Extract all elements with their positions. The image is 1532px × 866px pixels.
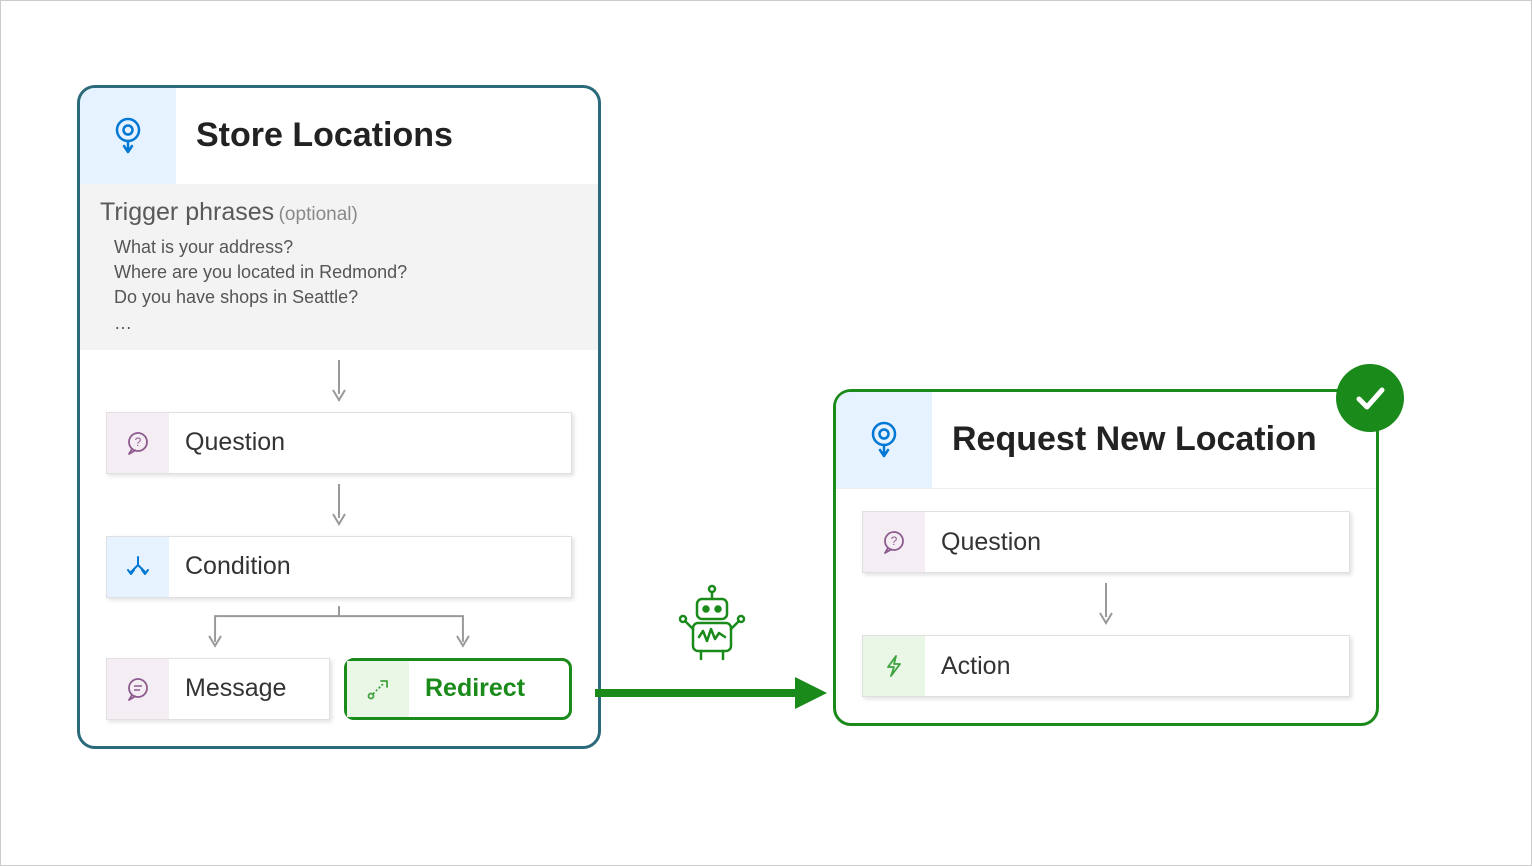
arrow-down-icon bbox=[106, 474, 572, 536]
arrow-down-icon bbox=[862, 573, 1350, 635]
branch-connector bbox=[106, 598, 572, 658]
checkmark-icon bbox=[1336, 364, 1404, 432]
branch-row: Message Redirect bbox=[106, 658, 572, 720]
node-label: Redirect bbox=[409, 661, 569, 717]
card-header: Request New Location bbox=[836, 392, 1376, 489]
node-action[interactable]: Action bbox=[862, 635, 1350, 697]
redirect-arrow-icon bbox=[595, 673, 835, 713]
node-label: Question bbox=[925, 512, 1349, 572]
topic-card-request-new-location: Request New Location ? Question bbox=[833, 389, 1379, 726]
card-header: Store Locations bbox=[80, 88, 598, 184]
flow-area: ? Question Action bbox=[836, 489, 1376, 723]
svg-text:?: ? bbox=[135, 435, 142, 449]
topic-icon bbox=[80, 88, 176, 184]
trigger-phrase-list: What is your address? Where are you loca… bbox=[100, 227, 578, 336]
topic-icon bbox=[836, 392, 932, 488]
node-label: Message bbox=[169, 659, 329, 719]
bot-icon bbox=[675, 583, 749, 668]
trigger-phrase: Do you have shops in Seattle? bbox=[114, 285, 564, 310]
node-condition[interactable]: Condition bbox=[106, 536, 572, 598]
trigger-phrase: Where are you located in Redmond? bbox=[114, 260, 564, 285]
diagram-canvas: Store Locations Trigger phrases (optiona… bbox=[1, 1, 1531, 865]
question-bubble-icon: ? bbox=[107, 413, 169, 473]
route-icon bbox=[347, 661, 409, 717]
topic-card-store-locations: Store Locations Trigger phrases (optiona… bbox=[77, 85, 601, 749]
trigger-phrase: … bbox=[114, 311, 564, 336]
trigger-optional-label: (optional) bbox=[279, 204, 358, 225]
lightning-icon bbox=[863, 636, 925, 696]
card-title: Request New Location bbox=[932, 392, 1376, 488]
node-redirect[interactable]: Redirect bbox=[344, 658, 572, 720]
node-label: Condition bbox=[169, 537, 571, 597]
arrow-down-icon bbox=[106, 350, 572, 412]
node-message[interactable]: Message bbox=[106, 658, 330, 720]
trigger-phrases-section: Trigger phrases (optional) What is your … bbox=[80, 184, 598, 350]
node-label: Question bbox=[169, 413, 571, 473]
branch-icon bbox=[107, 537, 169, 597]
node-question[interactable]: ? Question bbox=[862, 511, 1350, 573]
question-bubble-icon: ? bbox=[863, 512, 925, 572]
trigger-label: Trigger phrases bbox=[100, 198, 274, 226]
node-question[interactable]: ? Question bbox=[106, 412, 572, 474]
node-label: Action bbox=[925, 636, 1349, 696]
svg-text:?: ? bbox=[891, 534, 898, 548]
flow-area: ? Question Condition bbox=[80, 350, 598, 746]
chat-bubble-icon bbox=[107, 659, 169, 719]
trigger-phrase: What is your address? bbox=[114, 235, 564, 260]
card-title: Store Locations bbox=[176, 88, 598, 184]
